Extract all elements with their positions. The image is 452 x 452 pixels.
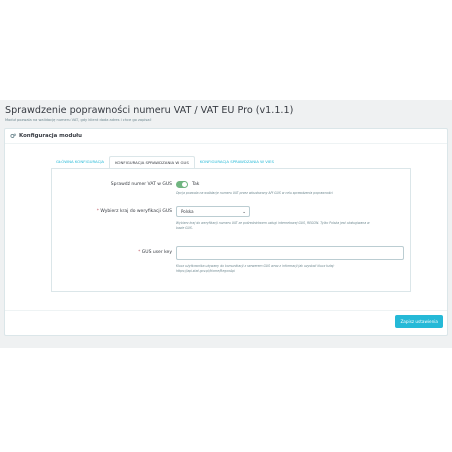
gus-key-label: GUS user key <box>141 250 172 255</box>
page-subtitle: Moduł pozwala na walidację numeru VAT, g… <box>5 118 152 122</box>
check-vat-label: Sprawdź numer VAT w GUS <box>110 182 172 187</box>
gus-key-help: Klucz użytkownika używany do komunikacji… <box>176 264 335 273</box>
panel-heading-label: Konfiguracja modułu <box>19 133 83 139</box>
country-label: Wybierz kraj do weryfikacji GUS <box>100 209 172 214</box>
toggle-knob <box>182 182 187 187</box>
country-select-value: Polska <box>181 209 194 214</box>
gus-key-label-row: * GUS user key <box>52 250 172 255</box>
chevron-down-icon: ⌄ <box>242 210 246 215</box>
country-label-row: * Wybierz kraj do weryfikacji GUS <box>52 209 172 214</box>
save-settings-button[interactable]: Zapisz ustawienia <box>395 315 443 328</box>
gears-icon <box>10 133 16 138</box>
panel-footer-divider <box>5 310 447 311</box>
check-vat-toggle-value: Tak <box>192 182 200 187</box>
check-vat-toggle[interactable] <box>176 181 188 188</box>
gus-config-pane: Sprawdź numer VAT w GUS Tak Opcja pozwal… <box>51 168 411 292</box>
country-select[interactable]: Polska ⌄ <box>176 206 250 217</box>
panel-heading: Konfiguracja modułu <box>5 129 447 144</box>
check-vat-help: Opcja pozwala na walidacje numeru VAT pr… <box>176 191 333 195</box>
required-mark: * <box>96 209 99 214</box>
country-help: Wybierz kraj do weryfikacji numeru VAT z… <box>176 221 370 230</box>
config-panel: Konfiguracja modułu GŁÓWNA KONFIGURACJA … <box>4 128 448 336</box>
page-title: Sprawdzenie poprawności numeru VAT / VAT… <box>5 105 294 116</box>
required-mark: * <box>138 250 141 255</box>
gus-key-input[interactable] <box>176 246 404 260</box>
